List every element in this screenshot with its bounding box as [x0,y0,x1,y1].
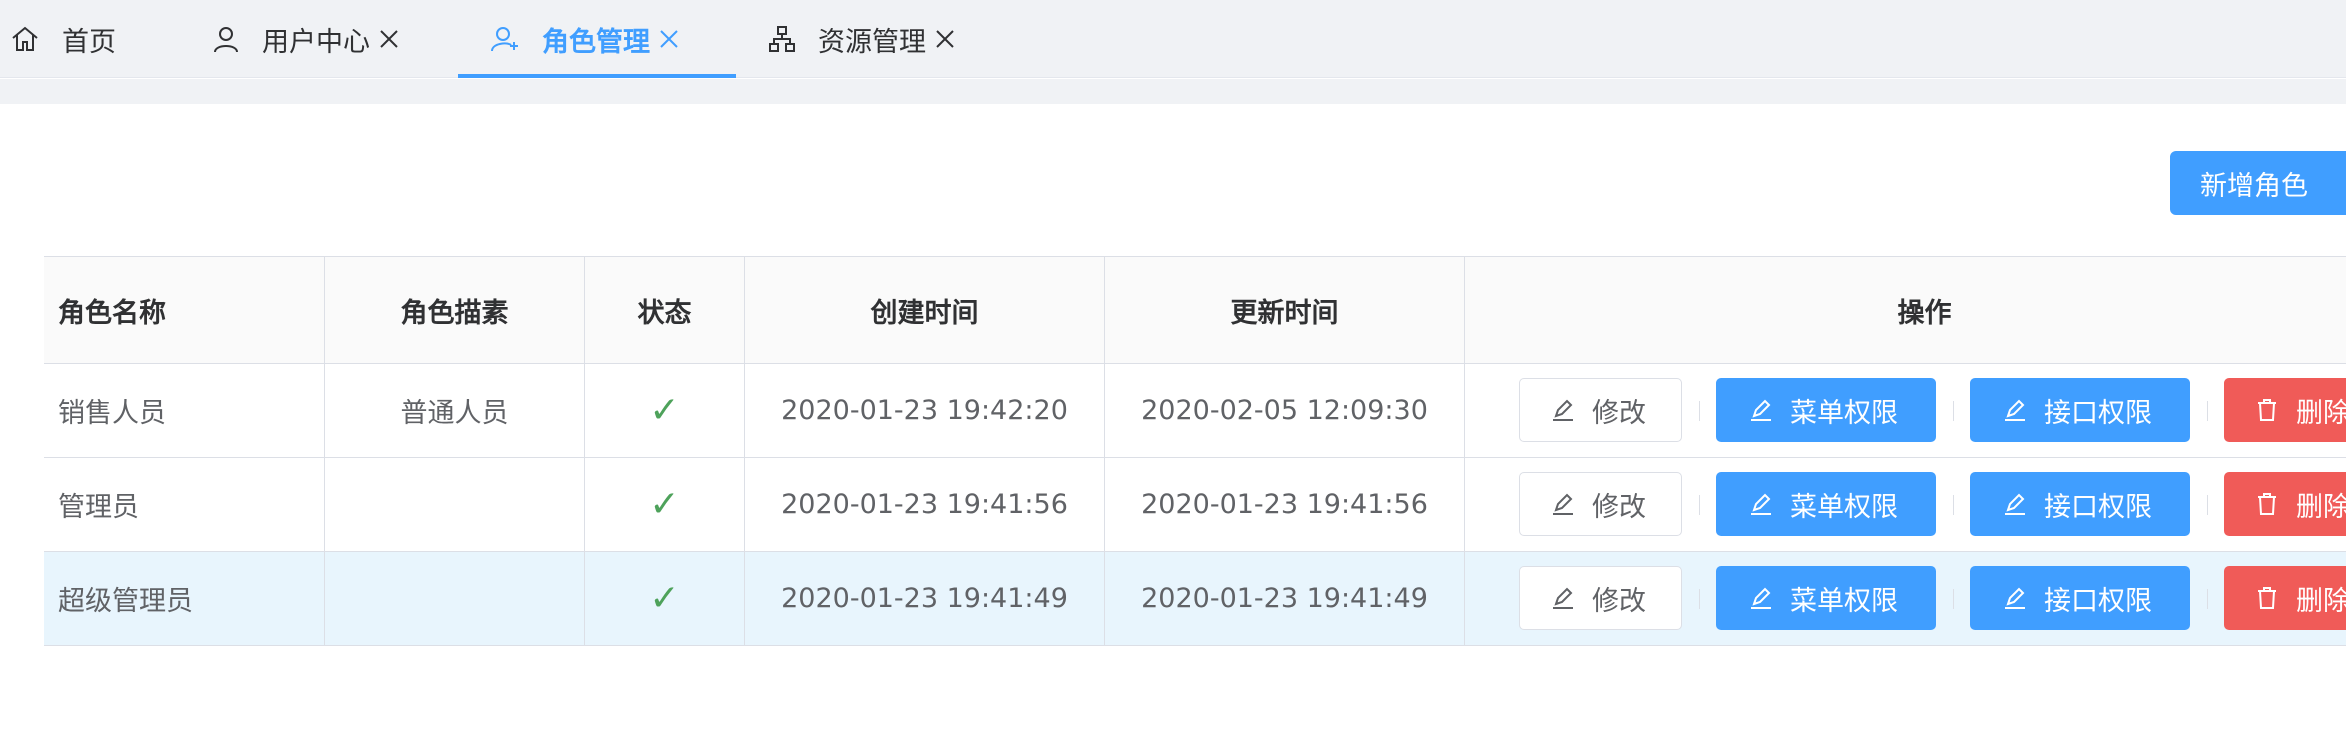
delete-button[interactable]: 删除 [2224,472,2346,536]
delete-button[interactable]: 删除 [2224,378,2346,442]
column-header-role-name[interactable]: 角色名称 [44,257,325,363]
edit-icon [1748,491,1774,517]
column-header-updated-at[interactable]: 更新时间 [1105,257,1465,363]
divider [1699,401,1700,421]
edit-label: 修改 [1592,585,1646,617]
edit-icon [1748,585,1774,611]
menu-permission-button[interactable]: 菜单权限 [1716,378,1936,442]
trash-icon [2254,491,2280,517]
edit-button[interactable]: 修改 [1519,566,1682,630]
active-tab-indicator [458,74,736,78]
edit-button[interactable]: 修改 [1519,472,1682,536]
cell-role-name: 销售人员 [44,364,325,457]
tab-bar: 首页 用户中心 角色管理 资源管理 [0,0,2346,78]
tab-user-center[interactable]: 用户中心 [212,0,400,78]
edit-icon [1550,585,1576,611]
edit-icon [1748,397,1774,423]
menu-permission-button[interactable]: 菜单权限 [1716,472,1936,536]
tab-label: 角色管理 [542,26,650,58]
delete-label: 删除 [2296,491,2346,523]
tab-bar-divider [0,79,2346,104]
check-icon: ✓ [649,390,680,431]
cell-created-at: 2020-01-23 19:42:20 [745,364,1105,457]
close-icon[interactable] [658,28,680,50]
tab-role-management[interactable]: 角色管理 [490,0,680,78]
cell-role-name: 管理员 [44,458,325,551]
trash-icon [2254,397,2280,423]
cell-role-desc [325,458,585,551]
tab-home[interactable]: 首页 [10,0,116,78]
cell-updated-at: 2020-02-05 12:09:30 [1105,364,1465,457]
sitemap-icon [768,25,796,53]
column-header-status[interactable]: 状态 [585,257,745,363]
cell-updated-at: 2020-01-23 19:41:56 [1105,458,1465,551]
edit-icon [1550,491,1576,517]
check-icon: ✓ [649,578,680,619]
divider [2207,401,2208,421]
trash-icon [2254,585,2280,611]
user-icon [212,24,240,54]
api-permission-label: 接口权限 [2044,585,2152,617]
edit-label: 修改 [1592,491,1646,523]
edit-icon [2002,585,2028,611]
home-icon [10,24,40,54]
role-icon [490,24,520,54]
edit-icon [2002,491,2028,517]
api-permission-button[interactable]: 接口权限 [1970,378,2190,442]
column-header-actions: 操作 [1897,297,1952,329]
divider [1953,589,1954,609]
add-role-button[interactable]: 新增角色 [2170,151,2346,215]
table-header: 角色名称 角色描素 状态 创建时间 更新时间 操作 [44,256,2346,364]
menu-permission-label: 菜单权限 [1790,585,1898,617]
cell-status: ✓ [585,552,745,645]
delete-button[interactable]: 删除 [2224,566,2346,630]
api-permission-label: 接口权限 [2044,491,2152,523]
table-row[interactable]: 销售人员 普通人员 ✓ 2020-01-23 19:42:20 2020-02-… [44,364,2346,458]
delete-label: 删除 [2296,585,2346,617]
divider [1699,589,1700,609]
tab-label: 用户中心 [262,26,370,58]
cell-created-at: 2020-01-23 19:41:49 [745,552,1105,645]
tab-label: 资源管理 [818,26,926,58]
close-icon[interactable] [378,28,400,50]
api-permission-button[interactable]: 接口权限 [1970,566,2190,630]
divider [2207,495,2208,515]
edit-button[interactable]: 修改 [1519,378,1682,442]
cell-role-desc: 普通人员 [325,364,585,457]
api-permission-button[interactable]: 接口权限 [1970,472,2190,536]
divider [1699,495,1700,515]
table-row[interactable]: 超级管理员 ✓ 2020-01-23 19:41:49 2020-01-23 1… [44,552,2346,646]
api-permission-label: 接口权限 [2044,397,2152,429]
tab-label: 首页 [62,26,116,58]
check-icon: ✓ [649,484,680,525]
divider [1953,401,1954,421]
cell-updated-at: 2020-01-23 19:41:49 [1105,552,1465,645]
menu-permission-button[interactable]: 菜单权限 [1716,566,1936,630]
divider [2207,589,2208,609]
close-icon[interactable] [934,28,956,50]
cell-role-name: 超级管理员 [44,552,325,645]
menu-permission-label: 菜单权限 [1790,397,1898,429]
cell-created-at: 2020-01-23 19:41:56 [745,458,1105,551]
edit-icon [2002,397,2028,423]
tab-resource-management[interactable]: 资源管理 [768,0,956,78]
divider [1953,495,1954,515]
cell-status: ✓ [585,458,745,551]
table-row[interactable]: 管理员 ✓ 2020-01-23 19:41:56 2020-01-23 19:… [44,458,2346,552]
roles-table: 角色名称 角色描素 状态 创建时间 更新时间 操作 销售人员 普通人员 ✓ 20… [44,256,2346,646]
menu-permission-label: 菜单权限 [1790,491,1898,523]
edit-icon [1550,397,1576,423]
column-header-role-desc[interactable]: 角色描素 [325,257,585,363]
cell-role-desc [325,552,585,645]
edit-label: 修改 [1592,397,1646,429]
cell-status: ✓ [585,364,745,457]
column-header-created-at[interactable]: 创建时间 [745,257,1105,363]
delete-label: 删除 [2296,397,2346,429]
